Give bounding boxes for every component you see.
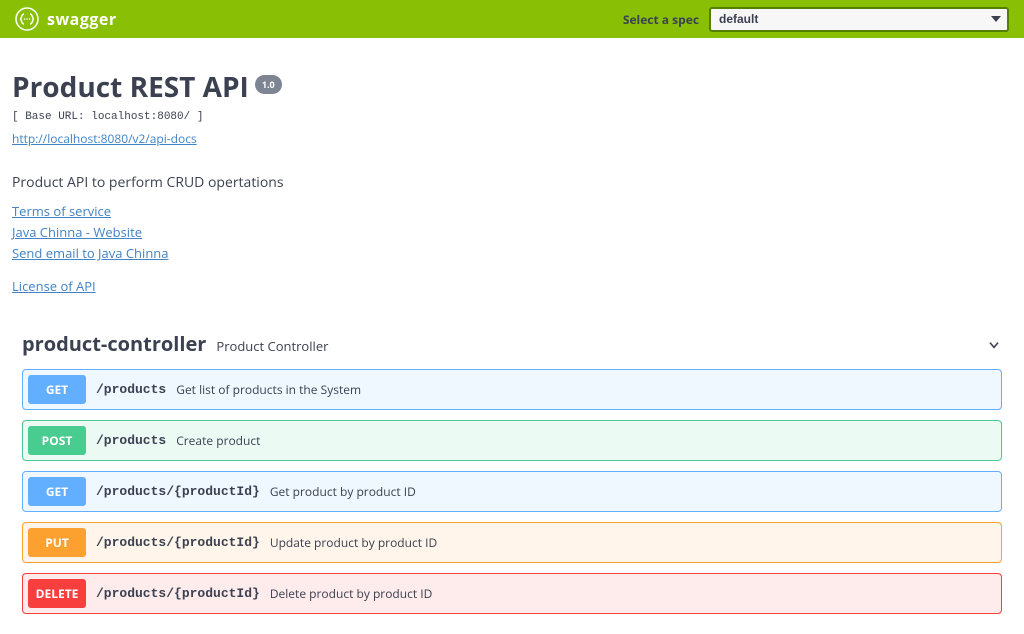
tag-name: product-controller — [22, 330, 206, 357]
spec-select-label: Select a spec — [623, 11, 699, 28]
operation-summary: Get list of products in the System — [176, 381, 361, 398]
opblock-put-product-by-id[interactable]: PUT /products/{productId} Update product… — [22, 522, 1002, 563]
opblock-get-products[interactable]: GET /products Get list of products in th… — [22, 369, 1002, 410]
operation-path: /products — [96, 382, 166, 397]
chevron-down-icon — [986, 336, 1002, 352]
operation-summary: Get product by product ID — [270, 483, 416, 500]
operation-path: /products/{productId} — [96, 535, 260, 550]
topbar: swagger Select a spec default — [0, 0, 1024, 38]
contact-website-link[interactable]: Java Chinna - Website — [12, 223, 1012, 241]
page-title: Product REST API — [12, 68, 249, 106]
info-links: Terms of service Java Chinna - Website S… — [12, 202, 1012, 295]
method-badge-delete: DELETE — [28, 579, 86, 608]
topbar-right: Select a spec default — [623, 6, 1009, 32]
opblock-post-products[interactable]: POST /products Create product — [22, 420, 1002, 461]
version-badge: 1.0 — [255, 75, 282, 94]
base-url: [ Base URL: localhost:8080/ ] — [12, 111, 1012, 123]
tag-left: product-controller Product Controller — [22, 330, 328, 357]
method-badge-get: GET — [28, 477, 86, 506]
operation-path: /products/{productId} — [96, 586, 260, 601]
title-row: Product REST API 1.0 — [12, 68, 1012, 106]
method-badge-post: POST — [28, 426, 86, 455]
opblock-get-product-by-id[interactable]: GET /products/{productId} Get product by… — [22, 471, 1002, 512]
operations-list: GET /products Get list of products in th… — [22, 369, 1002, 614]
license-link[interactable]: License of API — [12, 277, 1012, 295]
operation-summary: Create product — [176, 432, 260, 449]
tag-description: Product Controller — [216, 337, 328, 355]
operation-summary: Delete product by product ID — [270, 585, 433, 602]
method-badge-get: GET — [28, 375, 86, 404]
swagger-logo-icon — [15, 7, 39, 31]
terms-of-service-link[interactable]: Terms of service — [12, 202, 1012, 220]
operation-path: /products/{productId} — [96, 484, 260, 499]
operation-summary: Update product by product ID — [270, 534, 437, 551]
opblock-delete-product-by-id[interactable]: DELETE /products/{productId} Delete prod… — [22, 573, 1002, 614]
operation-path: /products — [96, 433, 166, 448]
topbar-left: swagger — [15, 7, 117, 31]
api-description: Product API to perform CRUD opertations — [12, 173, 1012, 192]
spec-select[interactable]: default — [709, 7, 1009, 32]
api-info: Product REST API 1.0 [ Base URL: localho… — [12, 68, 1012, 295]
tag-header[interactable]: product-controller Product Controller — [22, 330, 1002, 357]
main-content: Product REST API 1.0 [ Base URL: localho… — [0, 38, 1024, 634]
api-docs-link[interactable]: http://localhost:8080/v2/api-docs — [12, 130, 197, 147]
contact-email-link[interactable]: Send email to Java Chinna — [12, 244, 1012, 262]
spec-select-wrap: default — [709, 6, 1009, 32]
tag-section: product-controller Product Controller GE… — [22, 330, 1002, 614]
brand-name: swagger — [47, 8, 117, 30]
method-badge-put: PUT — [28, 528, 86, 557]
